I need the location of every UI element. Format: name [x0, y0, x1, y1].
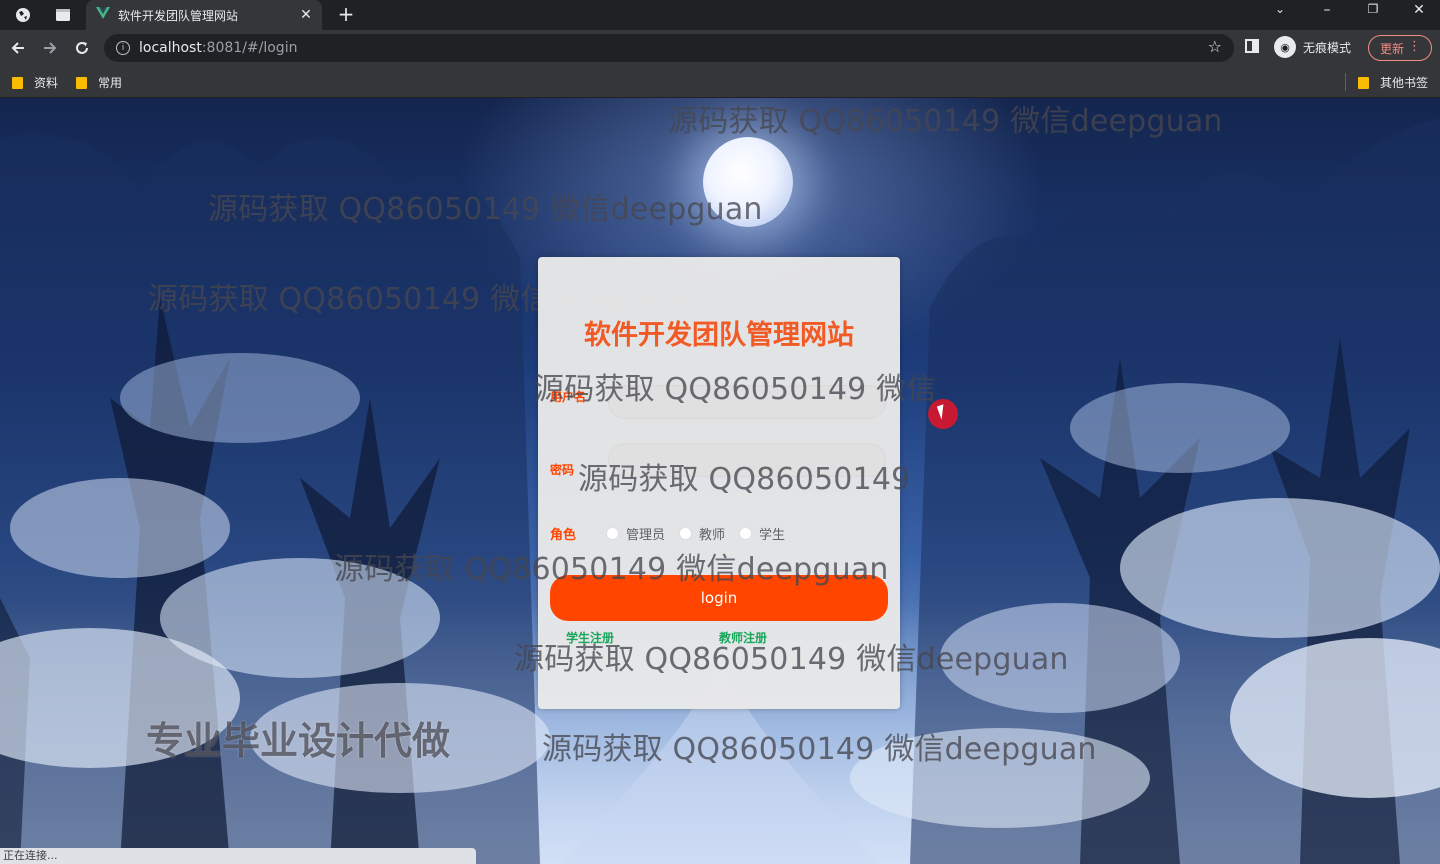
site-info-icon[interactable]: i	[116, 41, 130, 55]
watermark-big-text: 专业毕业设计代做	[146, 719, 451, 763]
password-input[interactable]	[608, 443, 886, 477]
role-option-label: 教师	[699, 528, 726, 543]
profile-globe-icon[interactable]	[12, 4, 34, 26]
radio-circle[interactable]	[679, 527, 693, 540]
teacher-register-link[interactable]: 教师注册	[719, 629, 767, 646]
vue-logo-icon	[96, 7, 112, 23]
folder-icon	[12, 76, 23, 89]
new-tab-icon[interactable]: +	[336, 2, 356, 26]
folder-icon	[1358, 76, 1369, 89]
bookmark-label: 常用	[98, 76, 123, 90]
bookmark-folder-ziliao[interactable]: 资料	[12, 74, 58, 91]
role-option-label: 管理员	[626, 528, 666, 543]
bookmarks-bar: 资料 常用 其他书签	[0, 66, 1440, 98]
radio-circle[interactable]	[606, 527, 619, 540]
tab-close-icon[interactable]: ✕	[296, 7, 316, 23]
role-radio-teacher[interactable]: 教师	[679, 524, 725, 543]
incognito-indicator[interactable]: ◉ 无痕模式	[1274, 36, 1351, 58]
student-register-link[interactable]: 学生注册	[566, 629, 614, 646]
more-menu-icon: ⋮	[1408, 39, 1421, 54]
tab-title: 软件开发团队管理网站	[118, 8, 239, 23]
login-page-background: 源码获取 QQ86050149 微信deepguan 源码获取 QQ860501…	[0, 98, 1440, 864]
side-panel-icon[interactable]	[1245, 39, 1259, 53]
restore-icon[interactable]: ❐	[1363, 2, 1383, 16]
role-radio-admin[interactable]: 管理员	[606, 524, 665, 543]
url-path: :8081/#/login	[201, 40, 298, 56]
status-bar: 正在连接...	[0, 848, 476, 864]
back-icon[interactable]	[8, 38, 28, 58]
bookmark-label: 资料	[34, 76, 59, 90]
bookmark-folder-changyong[interactable]: 常用	[76, 74, 122, 91]
radio-circle[interactable]	[739, 527, 753, 540]
tab-active[interactable]: 软件开发团队管理网站 ✕	[86, 0, 322, 30]
browser-tab-bar: 软件开发团队管理网站 ✕ + ⌄ – ❐ ✕	[0, 0, 1440, 30]
username-input[interactable]	[608, 385, 886, 419]
incognito-icon: ◉	[1274, 36, 1296, 58]
folder-icon	[76, 76, 87, 89]
update-button[interactable]: 更新 ⋮	[1368, 35, 1432, 61]
password-label: 密码	[550, 463, 575, 477]
role-label: 角色	[550, 528, 577, 543]
minimize-icon[interactable]: –	[1317, 2, 1337, 18]
login-card: 软件开发团队管理网站 用户名 密码 角色 管理员 教师 学生 login 学生注…	[538, 257, 900, 709]
bookmark-star-icon[interactable]: ☆	[1208, 37, 1222, 56]
update-label: 更新	[1380, 41, 1405, 56]
login-button[interactable]: login	[550, 575, 888, 621]
browser-toolbar: i localhost:8081/#/login ☆ ◉ 无痕模式 更新 ⋮	[0, 30, 1440, 66]
address-bar[interactable]: i localhost:8081/#/login ☆	[104, 34, 1234, 62]
url-host: localhost	[139, 40, 202, 56]
tab-search-icon[interactable]	[52, 4, 74, 26]
reload-icon[interactable]	[72, 38, 92, 58]
role-selector: 角色 管理员 教师 学生	[550, 524, 799, 543]
incognito-label: 无痕模式	[1303, 40, 1352, 55]
role-radio-student[interactable]: 学生	[739, 524, 785, 543]
mouse-cursor-highlight	[928, 399, 958, 429]
bookmarks-divider	[1345, 73, 1346, 91]
forward-icon[interactable]	[40, 38, 60, 58]
other-bookmarks[interactable]: 其他书签	[1358, 74, 1428, 91]
login-title: 软件开发团队管理网站	[584, 320, 854, 351]
username-label: 用户名	[550, 390, 587, 404]
role-option-label: 学生	[759, 528, 786, 543]
other-bookmarks-label: 其他书签	[1380, 76, 1429, 90]
close-window-icon[interactable]: ✕	[1409, 2, 1429, 18]
tab-list-chevron-icon[interactable]: ⌄	[1270, 2, 1290, 16]
